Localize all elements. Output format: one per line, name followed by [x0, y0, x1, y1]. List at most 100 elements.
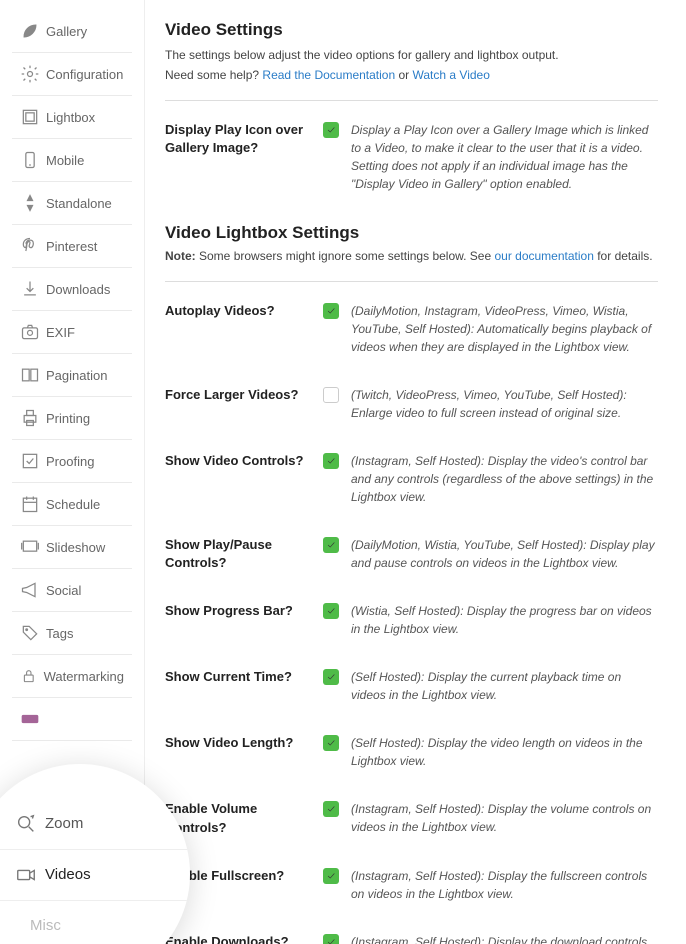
setting-label: Show Progress Bar? [165, 602, 323, 638]
checkbox-checked[interactable] [323, 801, 339, 817]
sidebar-item-label: Slideshow [46, 540, 105, 555]
checkbox-checked[interactable] [323, 603, 339, 619]
zoom-item-misc[interactable]: Misc [0, 901, 190, 944]
zoom-item-videos[interactable]: Videos [0, 850, 190, 901]
setting-description: (Instagram, Self Hosted): Display the do… [351, 933, 658, 944]
checkbox-checked[interactable] [323, 868, 339, 884]
download-icon [20, 281, 40, 297]
watch-video-link[interactable]: Watch a Video [413, 68, 490, 82]
setting-description: (Self Hosted): Display the current playb… [351, 668, 658, 704]
calendar-icon [20, 496, 40, 512]
checkbox-checked[interactable] [323, 735, 339, 751]
checkbox-checked[interactable] [323, 303, 339, 319]
sidebar-item-pinterest[interactable]: Pinterest [12, 225, 132, 268]
read-documentation-link[interactable]: Read the Documentation [262, 68, 395, 82]
lightbox-note: Note: Some browsers might ignore some se… [165, 249, 658, 263]
slideshow-icon [20, 539, 40, 555]
sidebar-item-label: Mobile [46, 153, 84, 168]
video-icon [15, 866, 37, 884]
sidebar-item-gallery[interactable]: Gallery [12, 10, 132, 53]
sidebar-item-label: Pagination [46, 368, 107, 383]
checkbox-checked[interactable] [323, 934, 339, 944]
sidebar-item-pagination[interactable]: Pagination [12, 354, 132, 397]
setting-label: Show Current Time? [165, 668, 323, 704]
sidebar-item-schedule[interactable]: Schedule [12, 483, 132, 526]
sidebar-item-label: Downloads [46, 282, 110, 297]
zoom-label: Zoom [45, 815, 83, 832]
lightbox-icon [20, 109, 40, 125]
setting-value: (DailyMotion, Instagram, VideoPress, Vim… [323, 302, 658, 356]
setting-label: Force Larger Videos? [165, 386, 323, 422]
sidebar-item-downloads[interactable]: Downloads [12, 268, 132, 311]
setting-value: (DailyMotion, Wistia, YouTube, Self Host… [323, 536, 658, 572]
setting-row: Autoplay Videos? (DailyMotion, Instagram,… [165, 302, 658, 356]
sidebar-item-proofing[interactable]: Proofing [12, 440, 132, 483]
sidebar-item-label: Printing [46, 411, 90, 426]
our-documentation-link[interactable]: our documentation [494, 249, 593, 263]
sidebar-item-watermarking[interactable]: Watermarking [12, 655, 132, 698]
setting-description: (Instagram, Self Hosted): Display the vo… [351, 800, 658, 836]
note-label: Note: [165, 249, 196, 263]
zoom-icon [15, 815, 37, 833]
setting-row: Enable Fullscreen?(Instagram, Self Hoste… [165, 867, 658, 903]
sidebar-item-woo[interactable] [12, 698, 132, 741]
sidebar-item-social[interactable]: Social [12, 569, 132, 612]
pagination-icon [20, 367, 40, 383]
sidebar-item-configuration[interactable]: Configuration [12, 53, 132, 96]
woo-icon [20, 711, 40, 727]
sidebar-item-printing[interactable]: Printing [12, 397, 132, 440]
setting-value: (Twitch, VideoPress, Vimeo, YouTube, Sel… [323, 386, 658, 422]
pinterest-icon [20, 238, 40, 254]
setting-value: (Instagram, Self Hosted): Display the vi… [323, 452, 658, 506]
video-settings-desc: The settings below adjust the video opti… [165, 46, 658, 64]
setting-label: Show Video Controls? [165, 452, 323, 506]
setting-row: Force Larger Videos?(Twitch, VideoPress,… [165, 386, 658, 422]
note-text: Some browsers might ignore some settings… [196, 249, 495, 263]
checkbox-checked[interactable] [323, 453, 339, 469]
sidebar-item-mobile[interactable]: Mobile [12, 139, 132, 182]
sidebar-item-exif[interactable]: EXIF [12, 311, 132, 354]
setting-label: Display Play Icon over Gallery Image? [165, 121, 323, 193]
setting-row: Show Progress Bar? (Wistia, Self Hosted):… [165, 602, 658, 638]
zoom-item-zoom[interactable]: Zoom [0, 799, 190, 850]
setting-row: Show Video Length?(Self Hosted): Display… [165, 734, 658, 770]
sidebar-item-label: Social [46, 583, 81, 598]
checkbox-checked[interactable] [323, 669, 339, 685]
sidebar-item-label: Tags [46, 626, 73, 641]
setting-description: (Wistia, Self Hosted): Display the progr… [351, 602, 658, 638]
lightbox-settings-title: Video Lightbox Settings [165, 223, 658, 243]
camera-icon [20, 324, 40, 340]
setting-value: (Instagram, Self Hosted): Display the do… [323, 933, 658, 944]
lock-icon [20, 668, 38, 684]
sidebar-item-tags[interactable]: Tags [12, 612, 132, 655]
sidebar-item-label: EXIF [46, 325, 75, 340]
setting-label: Enable Downloads? [165, 933, 323, 944]
content-area: Video Settings The settings below adjust… [145, 0, 686, 944]
video-settings-title: Video Settings [165, 20, 658, 40]
gear-icon [20, 66, 40, 82]
setting-value: (Self Hosted): Display the video length … [323, 734, 658, 770]
setting-value: (Self Hosted): Display the current playb… [323, 668, 658, 704]
mobile-icon [20, 152, 40, 168]
setting-description: Display a Play Icon over a Gallery Image… [351, 121, 658, 193]
videos-label: Videos [45, 866, 91, 883]
sidebar-item-slideshow[interactable]: Slideshow [12, 526, 132, 569]
sidebar-item-label: Proofing [46, 454, 94, 469]
sidebar-item-label: Lightbox [46, 110, 95, 125]
sidebar-item-standalone[interactable]: Standalone [12, 182, 132, 225]
sidebar-item-label: Configuration [46, 67, 123, 82]
help-prefix: Need some help? [165, 68, 262, 82]
sidebar-item-label: Watermarking [44, 669, 124, 684]
divider [165, 100, 658, 101]
checkbox-checked[interactable] [323, 537, 339, 553]
sidebar-item-label: Standalone [46, 196, 112, 211]
printer-icon [20, 410, 40, 426]
sidebar-item-lightbox[interactable]: Lightbox [12, 96, 132, 139]
checkbox-checked[interactable] [323, 122, 339, 138]
checkbox-unchecked[interactable] [323, 387, 339, 403]
misc-label: Misc [30, 917, 61, 934]
setting-label: Autoplay Videos? [165, 302, 323, 356]
note-suffix: for details. [594, 249, 653, 263]
setting-description: (DailyMotion, Instagram, VideoPress, Vim… [351, 302, 658, 356]
tag-icon [20, 625, 40, 641]
